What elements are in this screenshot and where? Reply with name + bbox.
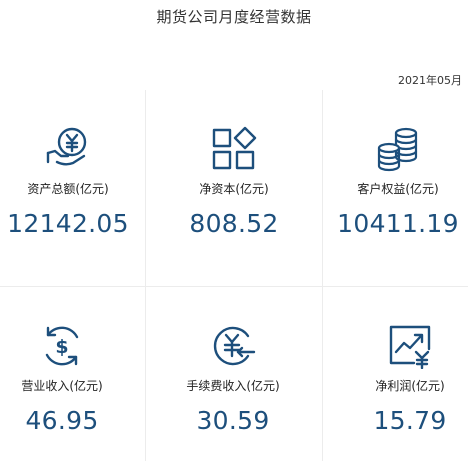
metric-card-client-equity: 客户权益(亿元) 10411.19 — [320, 126, 468, 238]
metric-card-net-profit: 净利润(亿元) 15.79 — [332, 323, 468, 435]
metric-value: 10411.19 — [337, 209, 459, 238]
metric-value: 30.59 — [196, 406, 270, 435]
dollar-cycle-icon: $ — [45, 326, 79, 366]
metric-card-total-assets: 资产总额(亿元) 12142.05 — [0, 126, 146, 238]
metric-label: 营业收入(亿元) — [21, 379, 103, 393]
metric-card-fee-income: 手续费收入(亿元) 30.59 — [155, 323, 311, 435]
metric-value: 15.79 — [373, 406, 447, 435]
metric-label: 资产总额(亿元) — [27, 182, 109, 196]
metric-label: 净利润(亿元) — [375, 379, 445, 393]
metric-card-net-capital: 净资本(亿元) 808.52 — [156, 126, 312, 238]
report-date: 2021年05月 — [398, 74, 462, 87]
metric-label: 客户权益(亿元) — [357, 182, 439, 196]
metric-value: 808.52 — [189, 209, 279, 238]
grid-diamond-icon — [212, 126, 257, 170]
metric-value: 46.95 — [25, 406, 99, 435]
metric-label: 手续费收入(亿元) — [186, 379, 280, 393]
yen-coin-hand-icon — [46, 127, 87, 166]
divider — [0, 286, 468, 287]
page-title: 期货公司月度经营数据 — [156, 8, 312, 26]
metric-value: 12142.05 — [7, 209, 129, 238]
coin-stack-icon — [377, 127, 418, 172]
svg-text:$: $ — [55, 336, 68, 358]
yen-arrow-icon — [213, 326, 256, 366]
trend-chart-yen-icon — [389, 325, 431, 369]
metric-card-operating-revenue: $ 营业收入(亿元) 46.95 — [0, 323, 140, 435]
metric-label: 净资本(亿元) — [199, 182, 269, 196]
